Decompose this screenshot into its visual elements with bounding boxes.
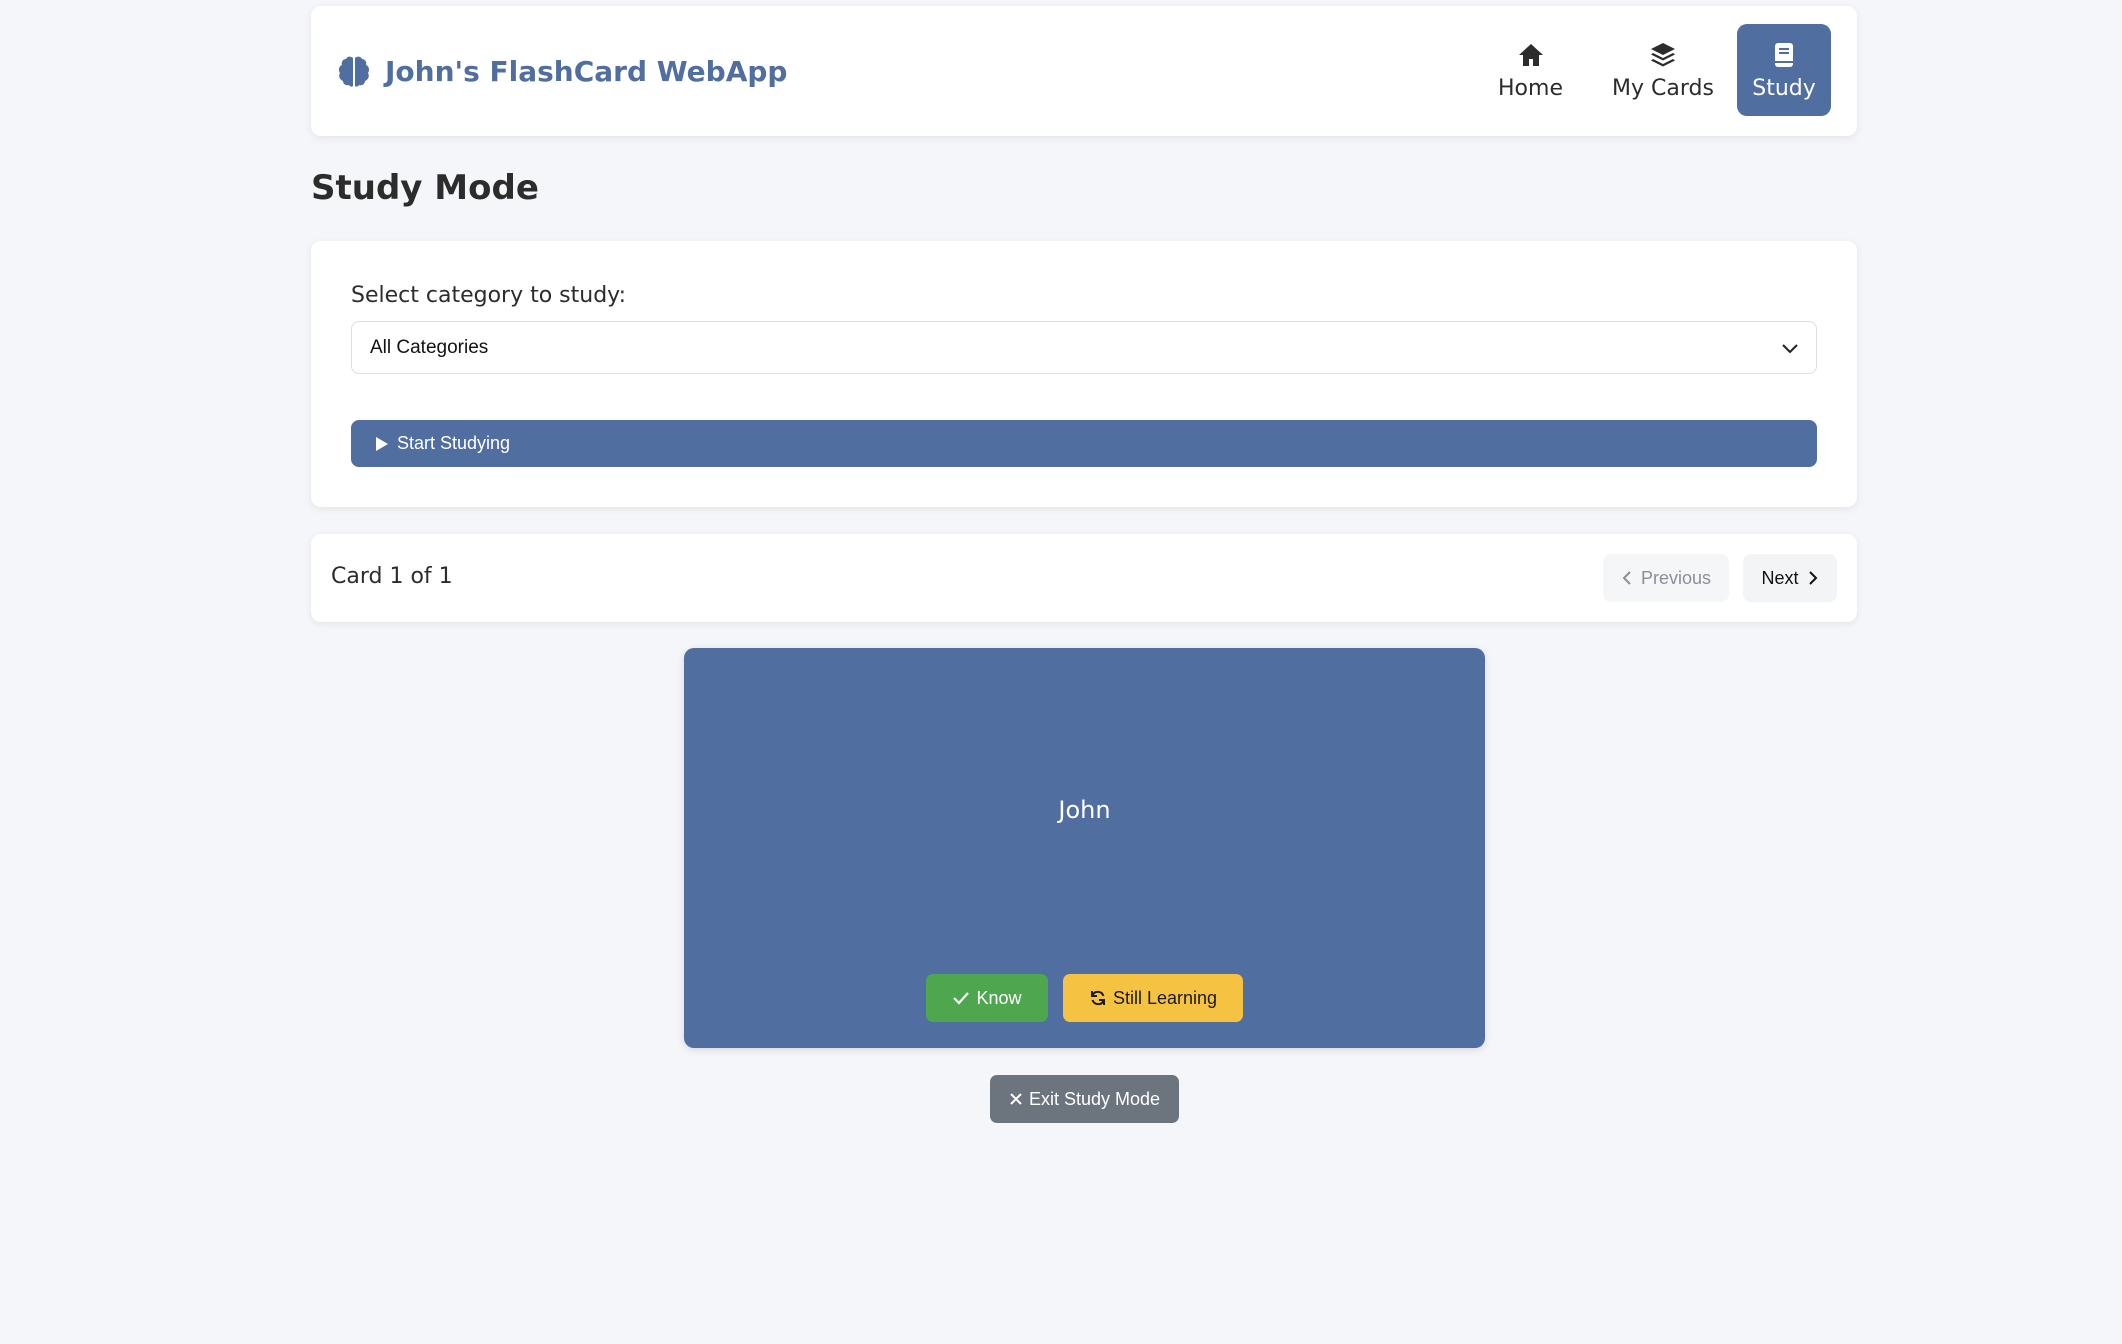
nav-item-label: Home <box>1498 75 1563 101</box>
book-icon <box>1775 42 1793 67</box>
page-title: Study Mode <box>311 168 539 208</box>
play-icon <box>376 436 388 451</box>
start-studying-label: Start Studying <box>397 433 511 453</box>
layers-icon <box>1651 42 1675 66</box>
previous-label: Previous <box>1640 567 1712 588</box>
start-studying-button[interactable]: Start Studying <box>351 420 1817 467</box>
still-learning-label: Still Learning <box>1112 987 1218 1008</box>
flashcard-actions: Know Still Learning <box>926 974 1243 1022</box>
know-label: Know <box>976 987 1022 1008</box>
next-label: Next <box>1761 567 1799 588</box>
know-button[interactable]: Know <box>926 974 1048 1022</box>
category-select-value: All Categories <box>370 336 489 358</box>
brain-icon <box>338 56 370 87</box>
category-select[interactable]: All Categories <box>351 321 1817 374</box>
flashcard[interactable]: John Know Still Learning <box>684 648 1485 1048</box>
nav-item-study[interactable]: Study <box>1737 24 1831 116</box>
refresh-icon <box>1090 990 1105 1006</box>
next-button[interactable]: Next <box>1743 554 1837 602</box>
nav-item-home[interactable]: Home <box>1472 24 1589 116</box>
close-icon <box>1010 1093 1022 1105</box>
brand[interactable]: John's FlashCard WebApp <box>337 54 787 88</box>
app-header: John's FlashCard WebApp Home My Cards St… <box>311 6 1857 136</box>
category-panel: Select category to study: All Categories… <box>311 241 1857 507</box>
brand-title: John's FlashCard WebApp <box>385 54 788 88</box>
chevron-down-icon <box>1782 344 1798 354</box>
pager: Previous Next <box>1603 554 1837 602</box>
card-counter: Card 1 of 1 <box>331 564 453 589</box>
exit-study-mode-label: Exit Study Mode <box>1028 1088 1161 1109</box>
nav-item-label: My Cards <box>1612 75 1714 101</box>
nav-item-my-cards[interactable]: My Cards <box>1597 24 1729 116</box>
main-nav: Home My Cards Study <box>1472 24 1831 116</box>
nav-item-label: Study <box>1752 75 1816 101</box>
chevron-left-icon <box>1622 571 1631 585</box>
previous-button[interactable]: Previous <box>1603 554 1729 602</box>
still-learning-button[interactable]: Still Learning <box>1063 974 1243 1022</box>
chevron-right-icon <box>1808 571 1817 585</box>
exit-study-mode-button[interactable]: Exit Study Mode <box>990 1075 1179 1123</box>
card-counter-bar: Card 1 of 1 Previous Next <box>311 534 1857 622</box>
home-icon <box>1518 43 1543 66</box>
category-label: Select category to study: <box>351 283 626 308</box>
check-icon <box>953 992 970 1005</box>
flashcard-text: John <box>1058 796 1111 824</box>
